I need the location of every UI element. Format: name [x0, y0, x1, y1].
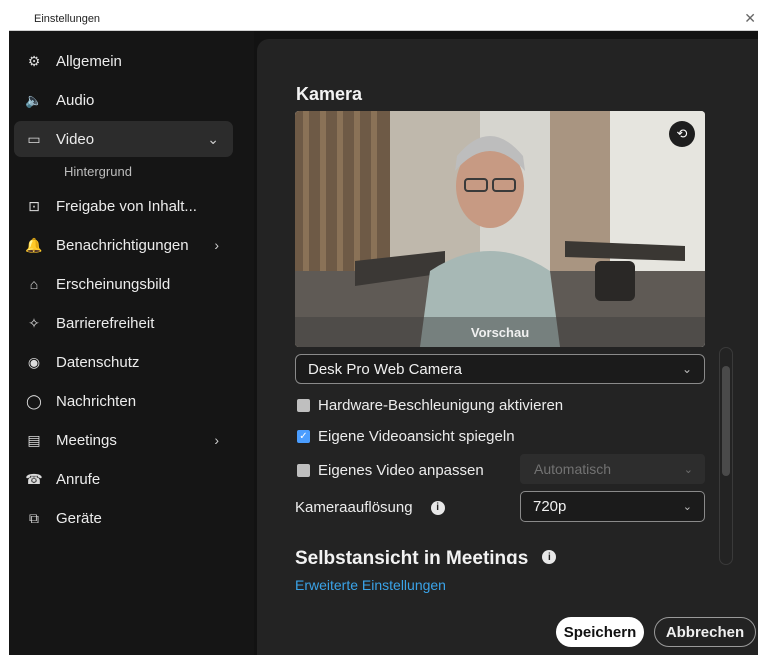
- cancel-button[interactable]: Abbrechen: [654, 617, 756, 647]
- sidebar-item-label: Geräte: [56, 509, 102, 527]
- camera-select[interactable]: Desk Pro Web Camera ⌄: [295, 354, 705, 384]
- info-icon[interactable]: i: [430, 500, 445, 515]
- checkbox-mirror-video[interactable]: ✓ Eigene Videoansicht spiegeln: [297, 428, 515, 445]
- calendar-icon: ▤: [27, 431, 41, 448]
- save-button[interactable]: Speichern: [556, 617, 644, 647]
- devices-icon: ⧉: [29, 509, 39, 526]
- video-camera-icon: ▭: [27, 130, 41, 147]
- sidebar-item-label: Video: [56, 130, 95, 148]
- chevron-right-icon: ›: [214, 237, 219, 253]
- sidebar-item-label: Datenschutz: [56, 353, 140, 371]
- checkbox-hardware-acceleration[interactable]: Hardware-Beschleunigung aktivieren: [297, 397, 563, 414]
- checkbox-label: Eigene Videoansicht spiegeln: [318, 428, 515, 445]
- bell-icon: 🔔: [25, 236, 43, 253]
- sidebar-item-label: Erscheinungsbild: [56, 275, 171, 293]
- chevron-down-icon[interactable]: ⌄: [207, 131, 219, 148]
- window-title: Einstellungen: [34, 13, 101, 25]
- settings-content: Kamera ⟲ Vorschau Desk Pro Web Camera ⌄ …: [257, 39, 758, 655]
- checkbox-label: Eigenes Video anpassen: [318, 462, 484, 479]
- appearance-icon: ⌂: [29, 276, 39, 292]
- scrollbar-thumb[interactable]: [722, 366, 730, 476]
- checkbox-box-checked[interactable]: ✓: [297, 430, 310, 443]
- rotate-camera-icon[interactable]: ⟲: [669, 121, 695, 147]
- checkbox-box[interactable]: [297, 399, 310, 412]
- share-screen-icon: ⊡: [28, 197, 40, 214]
- section-title-kamera: Kamera: [296, 84, 363, 104]
- sidebar-subitem-hintergrund[interactable]: Hintergrund: [64, 164, 132, 179]
- sidebar-item-video[interactable]: ▭ Video ⌄: [14, 121, 233, 157]
- selfview-title: Selbstansicht in Meetings: [295, 548, 529, 564]
- checkbox-label: Hardware-Beschleunigung aktivieren: [318, 397, 564, 414]
- sidebar-item-meetings[interactable]: ▤ Meetings ›: [14, 422, 233, 458]
- accessibility-icon: ✧: [28, 314, 40, 331]
- preview-label: Vorschau: [470, 324, 530, 340]
- chevron-down-icon: ⌄: [682, 501, 692, 513]
- chevron-down-icon: ⌄: [683, 463, 693, 476]
- sidebar-item-geraete[interactable]: ⧉ Geräte: [14, 500, 233, 536]
- info-icon[interactable]: i: [542, 550, 557, 564]
- chat-bubble-icon: ◯: [26, 392, 42, 409]
- advanced-settings-link[interactable]: Erweiterte Einstellungen: [295, 577, 446, 593]
- sidebar-item-freigabe[interactable]: ⊡ Freigabe von Inhalt...: [14, 188, 233, 224]
- sidebar-item-datenschutz[interactable]: ◉ Datenschutz: [14, 344, 233, 380]
- sidebar-item-label: Barrierefreiheit: [56, 314, 155, 332]
- sidebar-item-label: Meetings: [56, 431, 117, 449]
- sidebar-item-label: Allgemein: [56, 52, 122, 70]
- camera-select-value: Desk Pro Web Camera: [308, 360, 462, 378]
- resolution-select-value: 720p: [533, 498, 567, 515]
- sidebar-item-nachrichten[interactable]: ◯ Nachrichten: [14, 383, 233, 419]
- checkbox-box[interactable]: [297, 464, 310, 477]
- title-bar: Einstellungen ✕: [9, 8, 758, 31]
- sidebar-item-label: Audio: [56, 91, 95, 109]
- sidebar-item-label: Nachrichten: [56, 392, 137, 410]
- gear-icon: ⚙: [27, 52, 41, 69]
- resolution-select[interactable]: 720p ⌄: [520, 491, 705, 522]
- chevron-right-icon: ›: [214, 432, 219, 448]
- close-icon[interactable]: ✕: [744, 10, 756, 27]
- sidebar-item-allgemein[interactable]: ⚙ Allgemein: [14, 43, 233, 79]
- sidebar-item-barrierefreiheit[interactable]: ✧ Barrierefreiheit: [14, 305, 233, 341]
- sidebar-item-label: Freigabe von Inhalt...: [56, 197, 197, 215]
- sidebar-item-erscheinungsbild[interactable]: ⌂ Erscheinungsbild: [14, 266, 233, 302]
- camera-preview: ⟲ Vorschau: [295, 111, 705, 347]
- speaker-icon: 🔈: [25, 91, 43, 108]
- sidebar-item-label: Anrufe: [56, 470, 101, 488]
- camera-preview-image: [295, 111, 705, 347]
- chevron-down-icon: ⌄: [681, 362, 692, 376]
- sidebar-item-anrufe[interactable]: ☎ Anrufe: [14, 461, 233, 497]
- phone-icon: ☎: [25, 470, 43, 487]
- sidebar-item-benachrichtigungen[interactable]: 🔔 Benachrichtigungen ›: [14, 227, 233, 263]
- sidebar-item-label: Benachrichtigungen: [56, 236, 189, 254]
- resolution-label: Kameraauflösung: [295, 499, 413, 516]
- sidebar: ⚙ Allgemein 🔈 Audio ▭ Video ⌄ Hintergrun…: [9, 31, 254, 655]
- adjust-video-select-value: Automatisch: [534, 461, 612, 477]
- sidebar-item-audio[interactable]: 🔈 Audio: [14, 82, 233, 118]
- resolution-label-row: Kameraauflösung i: [295, 499, 445, 516]
- checkbox-adjust-video[interactable]: Eigenes Video anpassen: [297, 462, 484, 479]
- selfview-section-title: Selbstansicht in Meetings i: [295, 548, 557, 564]
- settings-window: Einstellungen ✕ ⚙ Allgemein 🔈 Audio ▭ Vi…: [9, 8, 758, 655]
- adjust-video-select: Automatisch ⌄: [520, 454, 705, 484]
- privacy-icon: ◉: [27, 353, 41, 370]
